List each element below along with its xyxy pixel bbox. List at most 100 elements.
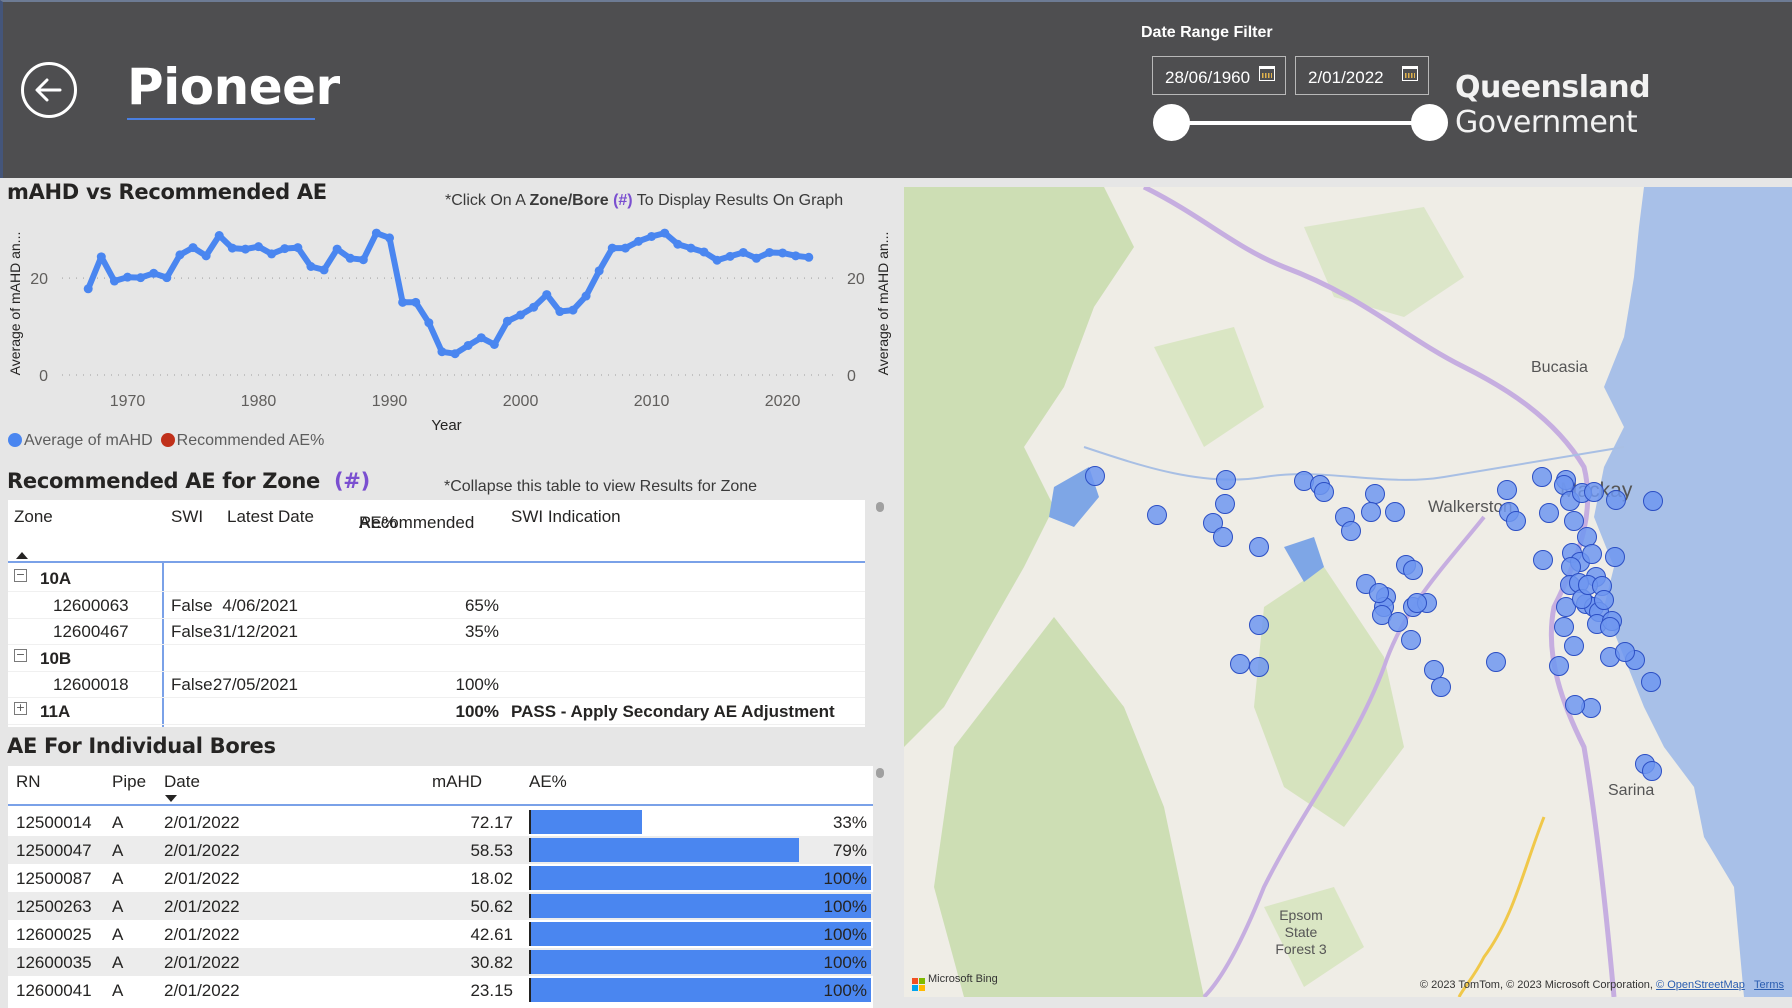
data-point[interactable] [489,339,499,349]
bore-row[interactable]: 12600035 A 2/01/2022 30.82 100% [8,948,873,976]
bore-marker[interactable] [1213,527,1233,547]
col-latest-date[interactable]: Latest Date [227,506,314,527]
bore-row[interactable]: 12600025 A 2/01/2022 42.61 100% [8,920,873,948]
expand-icon[interactable]: + [14,701,27,715]
data-point[interactable] [332,244,342,254]
bore-marker[interactable] [1486,652,1506,672]
zone-bore-row[interactable]: 12600018 False 27/05/2021 100% [8,671,865,698]
calendar-icon[interactable] [1402,66,1418,81]
bore-marker[interactable] [1615,642,1635,662]
data-point[interactable] [96,252,106,262]
bore-marker[interactable] [1085,466,1105,486]
data-point[interactable] [594,266,604,276]
bore-marker[interactable] [1532,467,1552,487]
calendar-icon[interactable] [1259,66,1275,81]
bore-marker[interactable] [1401,630,1421,650]
sort-ascending-icon[interactable] [16,552,28,559]
bore-marker[interactable] [1600,617,1620,637]
data-point[interactable] [83,284,93,294]
data-point[interactable] [764,247,774,257]
data-point[interactable] [424,318,434,328]
collapse-icon[interactable]: − [14,648,27,662]
date-range-start-handle[interactable] [1153,104,1190,141]
bore-marker[interactable] [1564,636,1584,656]
col-swi-indication[interactable]: SWI Indication [511,506,621,527]
bore-marker[interactable] [1549,656,1569,676]
data-point[interactable] [123,272,133,282]
end-date-input[interactable]: 2/01/2022 [1295,56,1429,95]
bore-marker[interactable] [1565,695,1585,715]
bore-marker[interactable] [1314,482,1334,502]
data-point[interactable] [175,250,185,260]
col-date[interactable]: Date [164,772,200,792]
data-point[interactable] [804,252,814,262]
date-range-slider-track[interactable] [1171,121,1429,125]
bore-marker[interactable] [1605,547,1625,567]
bore-marker[interactable] [1497,480,1517,500]
bore-marker[interactable] [1369,583,1389,603]
data-point[interactable] [568,305,578,315]
data-point[interactable] [699,247,709,257]
date-range-end-handle[interactable] [1411,104,1448,141]
col-pipe[interactable]: Pipe [112,772,146,792]
data-point[interactable] [450,349,460,359]
start-date-input[interactable]: 28/06/1960 [1152,56,1286,95]
data-point[interactable] [725,251,735,261]
bore-marker[interactable] [1643,491,1663,511]
data-point[interactable] [686,243,696,253]
legend-item-ae[interactable]: Recommended AE% [160,432,324,450]
bore-marker[interactable] [1403,560,1423,580]
data-point[interactable] [437,347,447,357]
data-point[interactable] [345,253,355,263]
data-point[interactable] [371,228,381,238]
bore-location-map[interactable]: Bucasia Walkerston Mackay Sarina Epsom S… [904,187,1792,997]
zone-bore-row[interactable]: 12600063 False 4/06/2021 65% [8,592,865,619]
data-point[interactable] [673,239,683,249]
col-zone[interactable]: Zone [14,506,53,527]
data-point[interactable] [463,340,473,350]
col-mahd[interactable]: mAHD [432,772,482,792]
data-point[interactable] [240,244,250,254]
data-point[interactable] [529,302,539,312]
data-point[interactable] [633,236,643,246]
data-point[interactable] [385,233,395,243]
data-point[interactable] [620,243,630,253]
data-point[interactable] [660,228,670,238]
data-point[interactable] [214,231,224,240]
data-point[interactable] [476,333,486,343]
data-point[interactable] [358,255,368,265]
data-point[interactable] [149,268,159,278]
bore-marker[interactable] [1594,590,1614,610]
data-point[interactable] [411,297,421,307]
bore-marker[interactable] [1249,657,1269,677]
data-point[interactable] [293,243,303,253]
bore-marker[interactable] [1533,550,1553,570]
bore-row[interactable]: 12500263 A 2/01/2022 50.62 100% [8,892,873,920]
zone-bore-row[interactable]: 12600467 False 31/12/2021 35% [8,618,865,645]
bore-row[interactable]: 12500047 A 2/01/2022 58.53 79% [8,836,873,864]
data-point[interactable] [319,265,329,275]
data-point[interactable] [791,251,801,261]
col-ae-pct[interactable]: AE% [529,772,567,792]
zone-table-scrollbar[interactable] [876,500,884,727]
data-point[interactable] [306,262,316,271]
bore-marker[interactable] [1642,761,1662,781]
bore-marker[interactable] [1341,521,1361,541]
bore-marker[interactable] [1582,544,1602,564]
scroll-thumb[interactable] [876,502,884,512]
bore-marker[interactable] [1554,617,1574,637]
data-point[interactable] [136,273,146,283]
bore-marker[interactable] [1361,502,1381,522]
data-point[interactable] [647,231,657,241]
data-point[interactable] [254,242,264,252]
bore-marker[interactable] [1539,503,1559,523]
data-point[interactable] [542,290,552,300]
bore-marker[interactable] [1385,502,1405,522]
data-point[interactable] [555,307,565,317]
bore-marker[interactable] [1216,470,1236,490]
bore-marker[interactable] [1365,484,1385,504]
data-point[interactable] [188,243,198,253]
scroll-thumb[interactable] [876,768,884,778]
data-point[interactable] [516,310,526,320]
openstreetmap-link[interactable]: © OpenStreetMap [1656,979,1745,991]
